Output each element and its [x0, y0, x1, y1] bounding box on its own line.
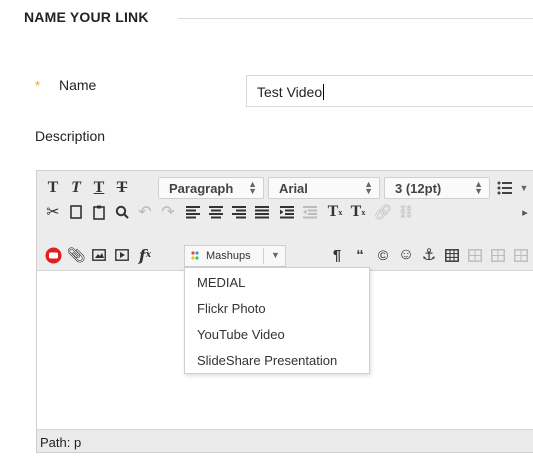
text-caret	[323, 84, 325, 100]
name-label: Name	[59, 77, 97, 93]
outdent-icon[interactable]	[299, 201, 321, 223]
paragraph-format-value: Paragraph	[169, 180, 234, 196]
underline-button[interactable]: T	[88, 177, 110, 199]
select-arrows-icon: ▲ ▼	[364, 179, 373, 196]
anchor-icon[interactable]: ⚓︎	[418, 244, 440, 266]
find-icon[interactable]	[111, 201, 133, 223]
table-row-icon[interactable]	[464, 244, 486, 266]
mashups-dropdown-icon[interactable]: ▼	[271, 250, 280, 260]
name-input[interactable]: Test Video	[246, 75, 533, 107]
insert-table-icon[interactable]	[441, 244, 463, 266]
select-arrows-icon: ▲ ▼	[474, 179, 483, 196]
redo-icon[interactable]: ↷	[157, 201, 179, 223]
mashups-label: Mashups	[206, 250, 251, 262]
blockquote-icon[interactable]: “	[349, 244, 371, 266]
copy-icon[interactable]	[65, 201, 87, 223]
font-size-select[interactable]: 3 (12pt) ▲ ▼	[384, 177, 490, 199]
formula-glyph: f	[138, 245, 146, 265]
list-dropdown-icon[interactable]: ▼	[517, 177, 531, 199]
editor-path-bar: Path: p	[37, 429, 533, 452]
mashups-icon	[191, 251, 199, 260]
font-size-value: 3 (12pt)	[395, 180, 442, 196]
menu-item-slideshare-presentation[interactable]: SlideShare Presentation	[197, 353, 337, 368]
emoticon-icon[interactable]: ☺	[395, 244, 417, 266]
menu-item-flickr-photo[interactable]: Flickr Photo	[197, 301, 266, 316]
menu-item-medial[interactable]: MEDIAL	[197, 275, 245, 290]
font-family-value: Arial	[279, 180, 308, 196]
paragraph-format-select[interactable]: Paragraph ▲ ▼	[158, 177, 264, 199]
name-input-value: Test Video	[257, 84, 323, 100]
italic-button[interactable]: T	[65, 177, 87, 199]
cut-icon[interactable]: ✂	[42, 201, 64, 223]
link-icon[interactable]: 🔗︎	[372, 201, 394, 223]
align-left-icon[interactable]	[182, 201, 204, 223]
table-column-icon[interactable]	[487, 244, 509, 266]
align-justify-icon[interactable]	[251, 201, 273, 223]
clear-formatting-button[interactable]: Tx	[347, 201, 369, 223]
superscript-glyph: T	[327, 203, 339, 220]
mashups-menu: MEDIAL Flickr Photo YouTube Video SlideS…	[184, 267, 370, 374]
mashups-button[interactable]: Mashups ▼	[184, 245, 286, 267]
more-tools-icon[interactable]: ▸	[517, 201, 533, 223]
formula-subscript: x	[145, 250, 152, 260]
insert-media-icon[interactable]	[111, 244, 133, 266]
required-marker: *	[35, 78, 41, 93]
insert-image-icon[interactable]	[88, 244, 110, 266]
description-label: Description	[35, 128, 106, 144]
clear-formatting-glyph: T	[350, 203, 362, 220]
split-divider	[263, 248, 264, 264]
math-formula-icon[interactable]: fx	[134, 244, 156, 266]
paragraph-mark-icon[interactable]: ¶	[326, 244, 348, 266]
align-right-icon[interactable]	[228, 201, 250, 223]
bold-button[interactable]: T	[42, 177, 64, 199]
table-cell-icon[interactable]	[510, 244, 532, 266]
superscript-button[interactable]: Tx	[324, 201, 346, 223]
font-family-select[interactable]: Arial ▲ ▼	[268, 177, 380, 199]
undo-icon[interactable]: ↶	[134, 201, 156, 223]
attachment-icon[interactable]: 📎︎	[65, 244, 87, 266]
indent-icon[interactable]	[276, 201, 298, 223]
strikethrough-button[interactable]: T	[111, 177, 133, 199]
unlink-icon[interactable]: ⛓︎	[395, 201, 417, 223]
select-arrows-icon: ▲ ▼	[248, 179, 257, 196]
bullet-list-icon[interactable]	[494, 177, 516, 199]
section-divider	[178, 18, 533, 19]
menu-item-youtube-video[interactable]: YouTube Video	[197, 327, 285, 342]
align-center-icon[interactable]	[205, 201, 227, 223]
section-title: NAME YOUR LINK	[24, 9, 149, 25]
copyright-icon[interactable]: ©	[372, 244, 394, 266]
paste-icon[interactable]	[88, 201, 110, 223]
youtube-icon[interactable]	[42, 244, 64, 266]
